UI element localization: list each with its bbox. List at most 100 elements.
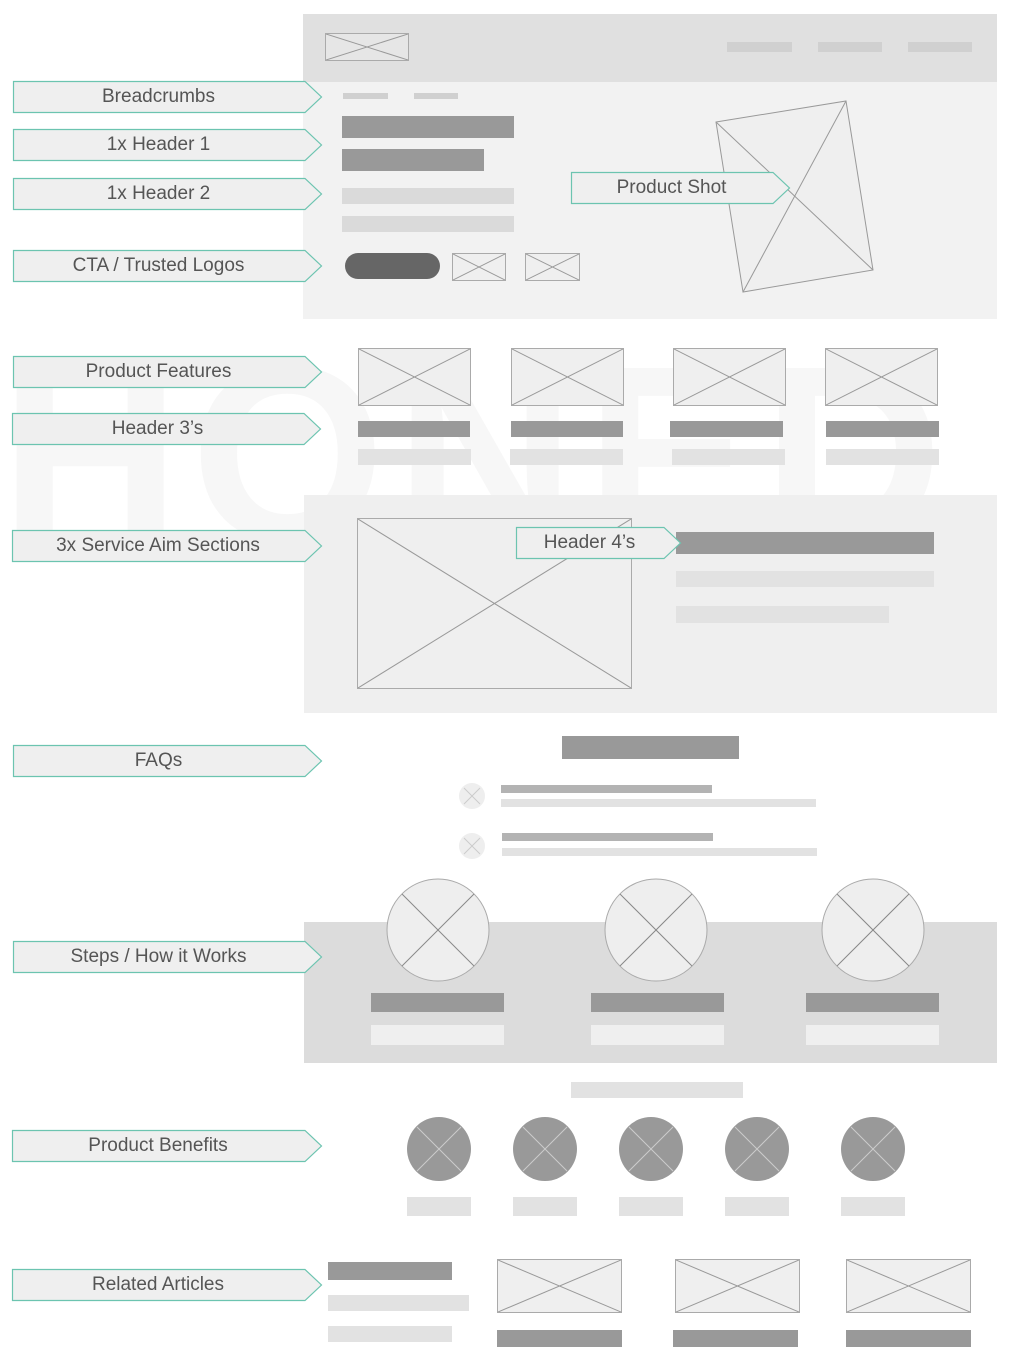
image-placeholder-icon [512, 349, 623, 405]
benefit-icon [725, 1117, 789, 1181]
label-related: Related Articles [11, 1268, 323, 1302]
label-text: 1x Header 1 [106, 134, 211, 155]
nav-item[interactable] [818, 42, 882, 52]
label-product-shot: Product Shot [570, 171, 791, 205]
image-placeholder-icon [498, 1260, 621, 1312]
related-text [328, 1295, 469, 1311]
feature-image [673, 348, 786, 406]
image-placeholder-icon [526, 254, 579, 280]
nav-item[interactable] [908, 42, 972, 52]
nav-item[interactable] [727, 42, 792, 52]
article-title[interactable] [673, 1330, 798, 1347]
benefit-text [841, 1197, 905, 1216]
label-text: CTA / Trusted Logos [72, 255, 245, 276]
related-text [328, 1326, 452, 1342]
step-heading [371, 993, 504, 1012]
service-text [676, 571, 934, 587]
breadcrumb-item[interactable] [343, 93, 388, 99]
feature-text [826, 449, 939, 465]
image-placeholder-icon [826, 349, 937, 405]
header1-line [342, 116, 514, 138]
feature-image [825, 348, 938, 406]
article-title[interactable] [846, 1330, 971, 1347]
feature-text [358, 449, 471, 465]
feature-text [672, 449, 785, 465]
faq-toggle-icon[interactable] [458, 832, 486, 860]
feature-image [358, 348, 471, 406]
article-image[interactable] [675, 1259, 800, 1313]
feature-text [510, 449, 623, 465]
label-text: Product Benefits [88, 1135, 228, 1156]
related-heading [328, 1262, 452, 1280]
step-text [371, 1025, 504, 1045]
header2-line [342, 216, 514, 232]
image-placeholder-icon [847, 1260, 970, 1312]
image-placeholder-icon [359, 349, 470, 405]
step-heading [806, 993, 939, 1012]
header3-line [670, 421, 783, 437]
label-text: 1x Header 2 [106, 183, 211, 204]
step-text [591, 1025, 724, 1045]
faq-question[interactable] [502, 833, 713, 841]
label-cta: CTA / Trusted Logos [12, 249, 323, 283]
header2-line [342, 188, 514, 204]
article-title[interactable] [497, 1330, 622, 1347]
label-text: Steps / How it Works [70, 946, 247, 967]
cta-button[interactable] [345, 253, 440, 279]
label-faqs: FAQs [12, 744, 323, 778]
benefit-icon [513, 1117, 577, 1181]
benefit-icon [407, 1117, 471, 1181]
label-text: 3x Service Aim Sections [56, 535, 260, 556]
benefit-text [725, 1197, 789, 1216]
article-image[interactable] [846, 1259, 971, 1313]
breadcrumb-item[interactable] [414, 93, 458, 99]
benefit-text [619, 1197, 683, 1216]
feature-image [511, 348, 624, 406]
image-placeholder-icon [453, 254, 505, 280]
label-text: Header 3’s [111, 418, 204, 439]
logo-placeholder [325, 33, 409, 61]
header1-line [342, 149, 484, 171]
label-text: Breadcrumbs [102, 86, 215, 107]
label-text: Product Features [85, 361, 232, 382]
service-text [676, 606, 889, 623]
label-text: Product Shot [616, 177, 727, 198]
faq-toggle-icon[interactable] [458, 782, 486, 810]
header4-line [676, 532, 934, 554]
label-text: FAQs [134, 750, 183, 771]
step-text [806, 1025, 939, 1045]
faq-heading [562, 736, 739, 759]
article-image[interactable] [497, 1259, 622, 1313]
header3-line [511, 421, 623, 437]
benefit-icon [841, 1117, 905, 1181]
benefit-text [407, 1197, 471, 1216]
trusted-logo [452, 253, 506, 281]
label-service: 3x Service Aim Sections [11, 529, 323, 563]
label-header1: 1x Header 1 [12, 128, 323, 162]
step-image [604, 878, 708, 982]
trusted-logo [525, 253, 580, 281]
label-text: Related Articles [91, 1274, 224, 1295]
header3-line [826, 421, 939, 437]
image-placeholder-icon [676, 1260, 799, 1312]
label-breadcrumbs: Breadcrumbs [12, 80, 323, 114]
label-steps: Steps / How it Works [12, 940, 323, 974]
label-header3: Header 3’s [11, 412, 322, 446]
step-image [821, 878, 925, 982]
header3-line [358, 421, 470, 437]
benefit-icon [619, 1117, 683, 1181]
faq-answer [502, 848, 817, 856]
image-placeholder-icon [326, 34, 408, 60]
step-image [386, 878, 490, 982]
benefits-heading [571, 1082, 743, 1098]
faq-answer [501, 799, 816, 807]
step-heading [591, 993, 724, 1012]
faq-question[interactable] [501, 785, 712, 793]
benefit-text [513, 1197, 577, 1216]
label-header4: Header 4’s [515, 526, 682, 560]
label-product-features: Product Features [12, 355, 323, 389]
label-text: Header 4’s [543, 532, 636, 553]
label-benefits: Product Benefits [11, 1129, 323, 1163]
label-header2: 1x Header 2 [12, 177, 323, 211]
image-placeholder-icon [674, 349, 785, 405]
